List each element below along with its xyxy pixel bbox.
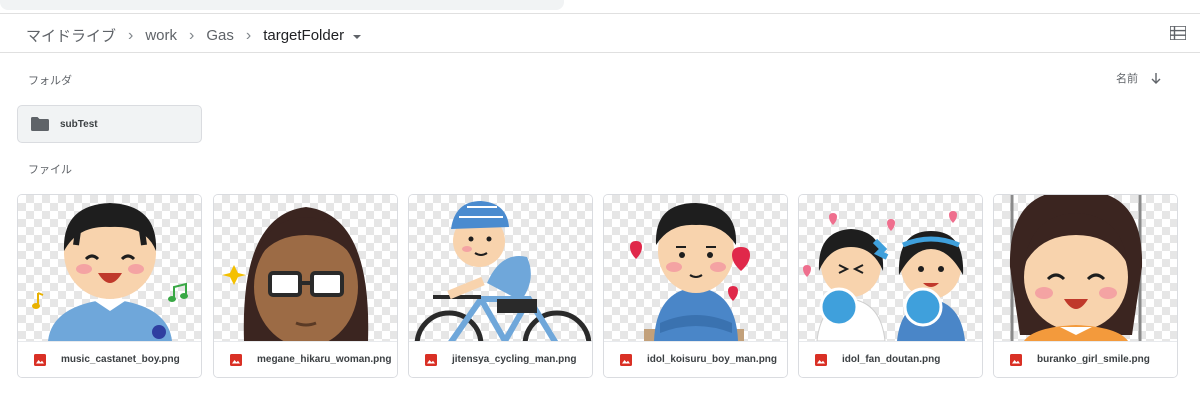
image-file-icon — [230, 353, 242, 366]
file-card-idol-koisuru-boy-man[interactable]: idol_koisuru_boy_man.png — [603, 194, 788, 378]
sort-label[interactable]: 名前 — [1116, 70, 1138, 86]
file-name: buranko_girl_smile.png — [1037, 354, 1150, 365]
file-thumbnail — [994, 195, 1177, 341]
idol-fans-illustration — [803, 211, 965, 341]
girl-swing-illustration — [1009, 195, 1143, 341]
image-file-icon — [815, 353, 827, 366]
breadcrumb-my-drive[interactable]: マイドライブ — [26, 25, 116, 46]
image-file-icon — [425, 353, 437, 366]
folder-name: subTest — [60, 118, 98, 130]
file-card-footer: megane_hikaru_woman.png — [214, 341, 397, 377]
folder-icon — [31, 117, 49, 131]
breadcrumb-gas[interactable]: Gas — [206, 27, 234, 44]
file-card-buranko-girl-smile[interactable]: buranko_girl_smile.png — [993, 194, 1178, 378]
file-card-music-castanet-boy[interactable]: music_castanet_boy.png — [17, 194, 202, 378]
file-card-footer: idol_fan_doutan.png — [799, 341, 982, 377]
breadcrumb-work[interactable]: work — [145, 27, 177, 44]
boy-in-love-illustration — [630, 203, 750, 341]
file-name: music_castanet_boy.png — [61, 354, 180, 365]
chevron-right-icon: › — [189, 26, 195, 44]
file-thumbnail — [409, 195, 592, 341]
file-name: idol_koisuru_boy_man.png — [647, 354, 778, 365]
file-thumbnail — [214, 195, 397, 341]
boy-castanet-illustration — [32, 203, 188, 341]
search-bar[interactable] — [0, 0, 564, 10]
file-thumbnail — [799, 195, 982, 341]
dropdown-caret-icon[interactable] — [353, 34, 362, 39]
woman-glasses-illustration — [222, 207, 369, 341]
folder-header: マイドライブ › work › Gas › targetFolder — [0, 15, 1200, 53]
chevron-right-icon: › — [245, 26, 252, 44]
breadcrumb: マイドライブ › work › Gas › targetFolder — [26, 25, 362, 46]
folder-item-subtest[interactable]: subTest — [17, 105, 202, 143]
file-name: megane_hikaru_woman.png — [257, 354, 392, 365]
cycling-man-illustration — [414, 201, 592, 341]
sort-control[interactable]: 名前 — [1116, 70, 1162, 86]
file-card-footer: buranko_girl_smile.png — [994, 341, 1177, 377]
file-card-jitensya-cycling-man[interactable]: jitensya_cycling_man.png — [408, 194, 593, 378]
breadcrumb-target-folder[interactable]: targetFolder — [263, 27, 344, 44]
file-card-footer: music_castanet_boy.png — [18, 341, 201, 377]
image-file-icon — [1010, 353, 1022, 366]
list-view-icon[interactable] — [1170, 26, 1186, 40]
folders-section-label: フォルダ — [28, 75, 72, 87]
files-section-label: ファイル — [28, 164, 72, 176]
file-card-footer: jitensya_cycling_man.png — [409, 341, 592, 377]
file-name: jitensya_cycling_man.png — [452, 354, 577, 365]
top-bar — [0, 0, 1200, 14]
file-card-megane-hikaru-woman[interactable]: megane_hikaru_woman.png — [213, 194, 398, 378]
chevron-right-icon: › — [128, 26, 134, 44]
file-thumbnail — [604, 195, 787, 341]
image-file-icon — [620, 353, 632, 366]
arrow-down-icon[interactable] — [1150, 72, 1162, 84]
file-name: idol_fan_doutan.png — [842, 354, 941, 365]
file-card-idol-fan-doutan[interactable]: idol_fan_doutan.png — [798, 194, 983, 378]
file-card-footer: idol_koisuru_boy_man.png — [604, 341, 787, 377]
image-file-icon — [34, 353, 46, 366]
file-thumbnail — [18, 195, 201, 341]
